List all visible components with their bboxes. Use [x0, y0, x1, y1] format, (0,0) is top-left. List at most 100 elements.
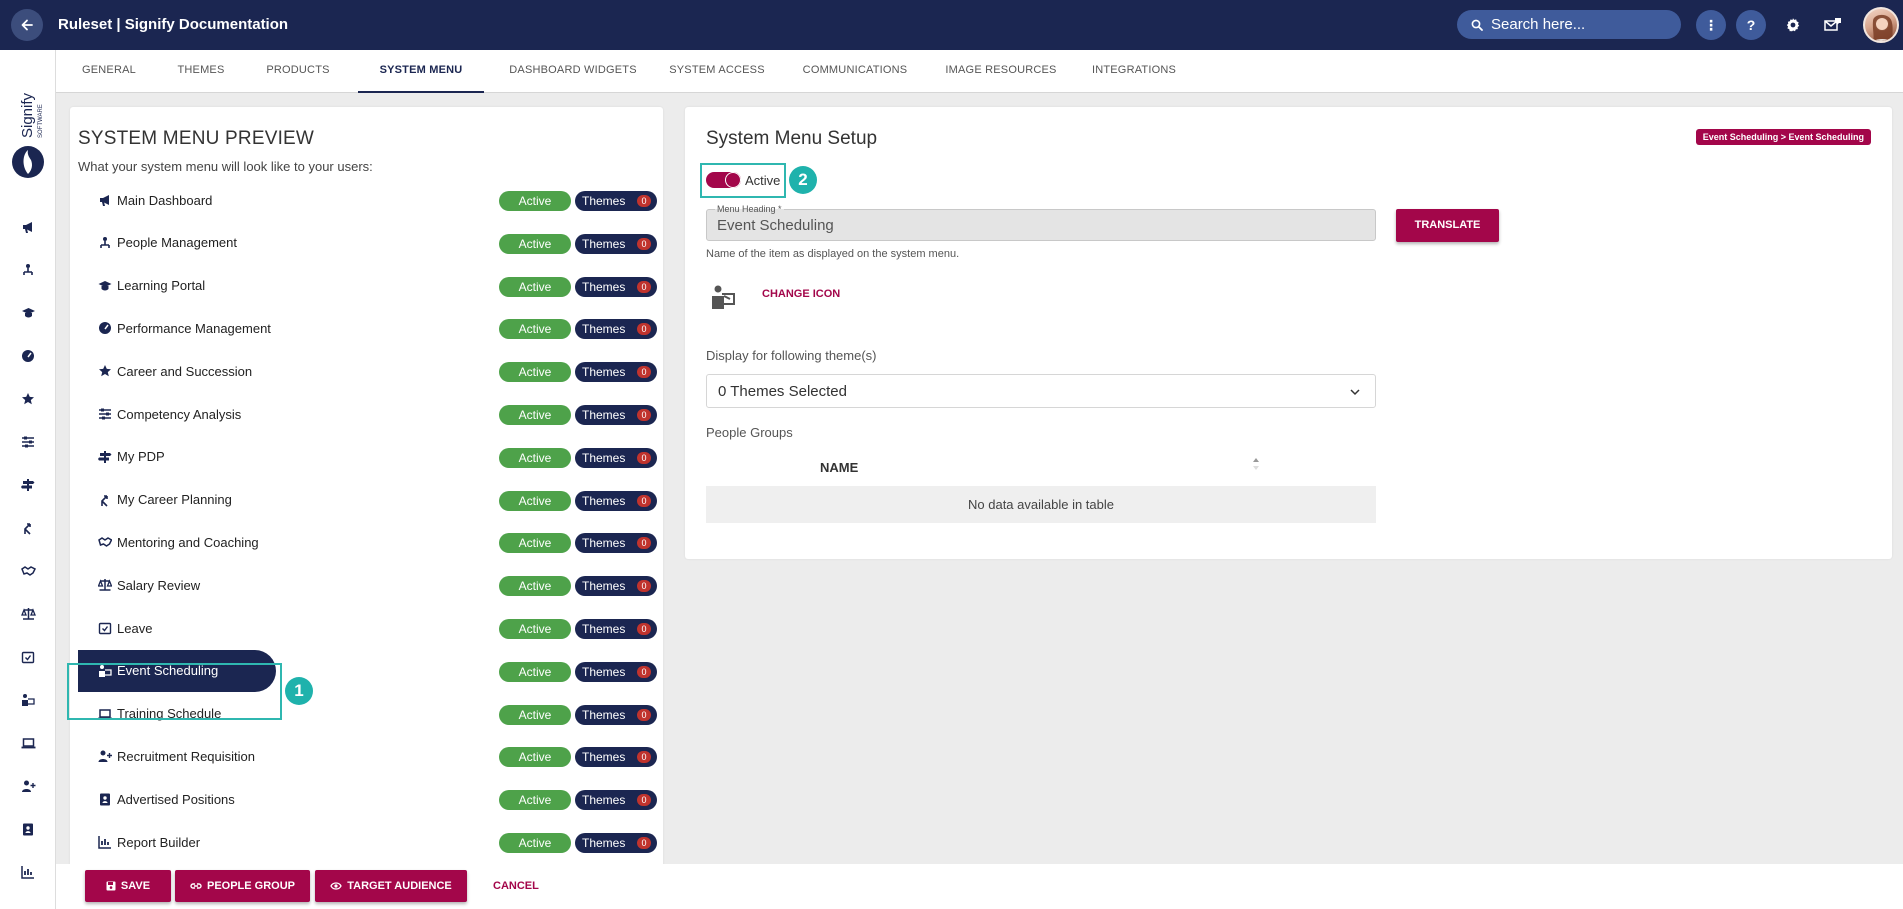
themes-badge[interactable]: Themes 0	[575, 704, 657, 725]
arrow-left-icon	[21, 19, 33, 31]
preview-menu-item[interactable]: Career and Succession	[78, 351, 252, 391]
messages-button[interactable]	[1822, 14, 1844, 36]
preview-menu-item[interactable]: Mentoring and Coaching	[78, 522, 259, 562]
preview-menu-row[interactable]: Career and Succession Active Themes 0	[70, 351, 663, 391]
themes-badge[interactable]: Themes 0	[575, 747, 657, 768]
preview-menu-item[interactable]: My PDP	[78, 437, 165, 477]
preview-menu-row[interactable]: Main Dashboard Active Themes 0	[70, 180, 663, 220]
tab-image-resources[interactable]: IMAGE RESOURCES	[938, 50, 1064, 93]
preview-menu-row[interactable]: Salary Review Active Themes 0	[70, 565, 663, 605]
rail-mentoring[interactable]	[17, 560, 39, 582]
preview-menu-item[interactable]: Learning Portal	[78, 266, 205, 306]
table-header-name[interactable]: NAME	[820, 460, 858, 475]
tab-integrations[interactable]: INTEGRATIONS	[1080, 50, 1188, 93]
help-button[interactable]: ?	[1736, 10, 1766, 40]
preview-menu-item[interactable]: Advertised Positions	[78, 779, 235, 819]
preview-menu-item[interactable]: Main Dashboard	[78, 180, 212, 220]
themes-badge[interactable]: Themes 0	[575, 447, 657, 468]
preview-menu-item[interactable]: Leave	[78, 608, 152, 648]
preview-menu-row[interactable]: People Management Active Themes 0	[70, 223, 663, 263]
tab-general[interactable]: GENERAL	[70, 50, 148, 93]
cancel-button[interactable]: CANCEL	[493, 880, 539, 892]
rail-salary[interactable]	[17, 603, 39, 625]
themes-badge[interactable]: Themes 0	[575, 576, 657, 597]
preview-menu-row[interactable]: My Career Planning Active Themes 0	[70, 480, 663, 520]
rail-leave[interactable]	[17, 646, 39, 668]
themes-badge[interactable]: Themes 0	[575, 533, 657, 554]
preview-menu-row[interactable]: Mentoring and Coaching Active Themes 0	[70, 522, 663, 562]
preview-menu-row[interactable]: Performance Management Active Themes 0	[70, 308, 663, 348]
themes-badge[interactable]: Themes 0	[575, 833, 657, 853]
preview-menu-item[interactable]: Performance Management	[78, 308, 271, 348]
tab-themes[interactable]: THEMES	[168, 50, 234, 93]
themes-select[interactable]: 0 Themes Selected	[706, 374, 1376, 408]
preview-menu-item[interactable]: Recruitment Requisition	[78, 736, 255, 776]
preview-menu-row[interactable]: Recruitment Requisition Active Themes 0	[70, 736, 663, 776]
rail-people[interactable]	[17, 259, 39, 281]
themes-badge[interactable]: Themes 0	[575, 490, 657, 511]
preview-menu-row[interactable]: Learning Portal Active Themes 0	[70, 266, 663, 306]
preview-menu-item[interactable]: People Management	[78, 223, 237, 263]
rail-training[interactable]	[17, 732, 39, 754]
preview-menu-item-label: Career and Succession	[117, 363, 253, 379]
preview-menu-item[interactable]: Salary Review	[78, 565, 200, 605]
chevron-down-icon	[1350, 389, 1360, 396]
themes-badge-label: Themes	[582, 236, 626, 251]
search-input[interactable]	[1491, 16, 1671, 33]
tab-products[interactable]: PRODUCTS	[256, 50, 340, 93]
more-vertical-icon: ⋮	[1704, 16, 1718, 33]
preview-menu-item-label: My PDP	[117, 449, 165, 465]
search-box[interactable]	[1457, 10, 1681, 39]
rail-dashboard[interactable]	[17, 216, 39, 238]
tab-dashboard-widgets[interactable]: DASHBOARD WIDGETS	[500, 50, 646, 93]
preview-menu-row[interactable]: Report Builder Active Themes 0	[70, 822, 663, 862]
tab-system-menu[interactable]: SYSTEM MENU	[358, 50, 484, 93]
preview-menu-item[interactable]: Competency Analysis	[78, 394, 241, 434]
rail-performance[interactable]	[17, 345, 39, 367]
preview-menu-row[interactable]: Advertised Positions Active Themes 0	[70, 779, 663, 819]
settings-button[interactable]	[1782, 14, 1804, 36]
rail-career-planning[interactable]	[17, 517, 39, 539]
person-chalkboard-icon	[22, 694, 35, 706]
menu-heading-field[interactable]: Menu Heading * Event Scheduling	[706, 204, 1376, 241]
active-badge: Active	[499, 661, 571, 682]
themes-badge[interactable]: Themes 0	[575, 619, 657, 639]
themes-badge[interactable]: Themes 0	[575, 276, 657, 297]
rail-career[interactable]	[17, 388, 39, 410]
themes-badge[interactable]: Themes 0	[575, 661, 657, 682]
preview-menu-item[interactable]: My Career Planning	[78, 480, 232, 520]
back-button[interactable]	[11, 9, 43, 41]
themes-badge[interactable]: Themes 0	[575, 362, 657, 383]
tab-system-access[interactable]: SYSTEM ACCESS	[662, 50, 772, 93]
rail-competency[interactable]	[17, 431, 39, 453]
rail-reports[interactable]	[17, 861, 39, 883]
people-group-button[interactable]: PEOPLE GROUP	[175, 870, 310, 902]
themes-badge[interactable]: Themes 0	[575, 319, 657, 340]
user-avatar[interactable]	[1863, 7, 1899, 43]
save-button[interactable]: SAVE	[85, 870, 171, 902]
laptop-icon	[21, 738, 35, 749]
rail-positions[interactable]	[17, 818, 39, 840]
rail-pdp[interactable]	[17, 474, 39, 496]
themes-badge[interactable]: Themes 0	[575, 191, 657, 211]
preview-menu-item[interactable]: Report Builder	[78, 822, 200, 862]
translate-button[interactable]: TRANSLATE	[1396, 209, 1499, 242]
active-badge: Active	[499, 704, 571, 725]
target-audience-button[interactable]: TARGET AUDIENCE	[315, 870, 467, 902]
active-badge: Active	[499, 447, 571, 468]
tab-communications[interactable]: COMMUNICATIONS	[790, 50, 920, 93]
preview-menu-row[interactable]: My PDP Active Themes 0	[70, 437, 663, 477]
rail-events[interactable]	[17, 689, 39, 711]
themes-badge[interactable]: Themes 0	[575, 790, 657, 811]
preview-menu-row[interactable]: Competency Analysis Active Themes 0	[70, 394, 663, 434]
preview-menu-item-label: Salary Review	[117, 577, 201, 593]
rail-recruitment[interactable]	[17, 775, 39, 797]
active-badge: Active	[499, 790, 571, 811]
preview-menu-row[interactable]: Leave Active Themes 0	[70, 608, 663, 648]
more-menu-button[interactable]: ⋮	[1696, 10, 1726, 40]
rail-learning[interactable]	[17, 302, 39, 324]
change-icon-link[interactable]: CHANGE ICON	[762, 288, 840, 300]
themes-badge[interactable]: Themes 0	[575, 233, 657, 254]
themes-badge[interactable]: Themes 0	[575, 405, 657, 425]
sort-icon[interactable]	[1252, 457, 1260, 471]
